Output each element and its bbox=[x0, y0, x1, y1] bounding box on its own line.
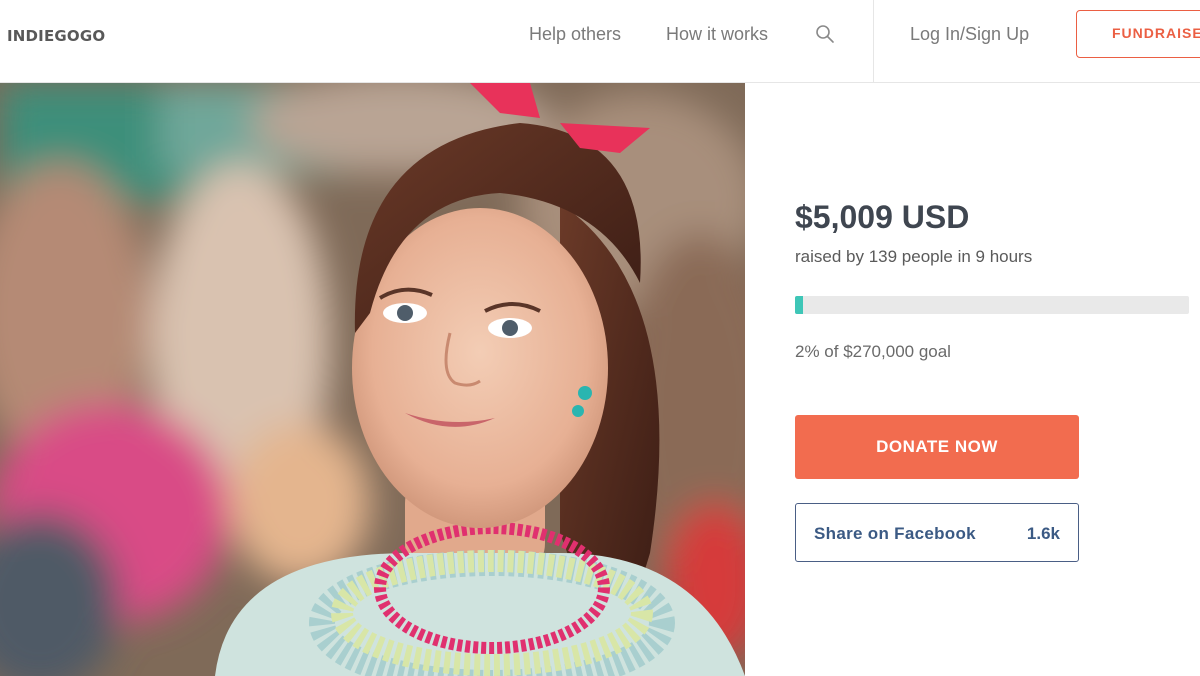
campaign-photo bbox=[0, 83, 745, 676]
search-icon[interactable] bbox=[815, 24, 835, 44]
fundraise-button[interactable]: FUNDRAISE bbox=[1076, 10, 1200, 58]
indiegogo-logo[interactable]: INDIEGOGO bbox=[7, 27, 105, 45]
raised-summary: raised by 139 people in 9 hours bbox=[795, 247, 1033, 266]
campaign-hero-image bbox=[0, 83, 745, 676]
amount-raised: $5,009 USD bbox=[795, 199, 970, 235]
header-divider bbox=[873, 0, 874, 82]
top-nav-bar: INDIEGOGO Help others How it works Log I… bbox=[0, 0, 1200, 83]
share-count: 1.6k bbox=[1026, 524, 1060, 543]
donate-now-button[interactable]: DONATE NOW bbox=[795, 415, 1079, 479]
login-signup-link[interactable]: Log In/Sign Up bbox=[910, 24, 1029, 45]
nav-how-it-works-link[interactable]: How it works bbox=[666, 24, 768, 45]
share-label: Share on Facebook bbox=[814, 524, 976, 543]
nav-help-others-link[interactable]: Help others bbox=[529, 24, 621, 45]
funding-progress-fill bbox=[795, 296, 803, 314]
funding-progress-bar bbox=[795, 296, 1189, 314]
goal-text: 2% of $270,000 goal bbox=[795, 342, 951, 361]
share-on-facebook-button[interactable]: Share on Facebook 1.6k bbox=[795, 503, 1079, 562]
